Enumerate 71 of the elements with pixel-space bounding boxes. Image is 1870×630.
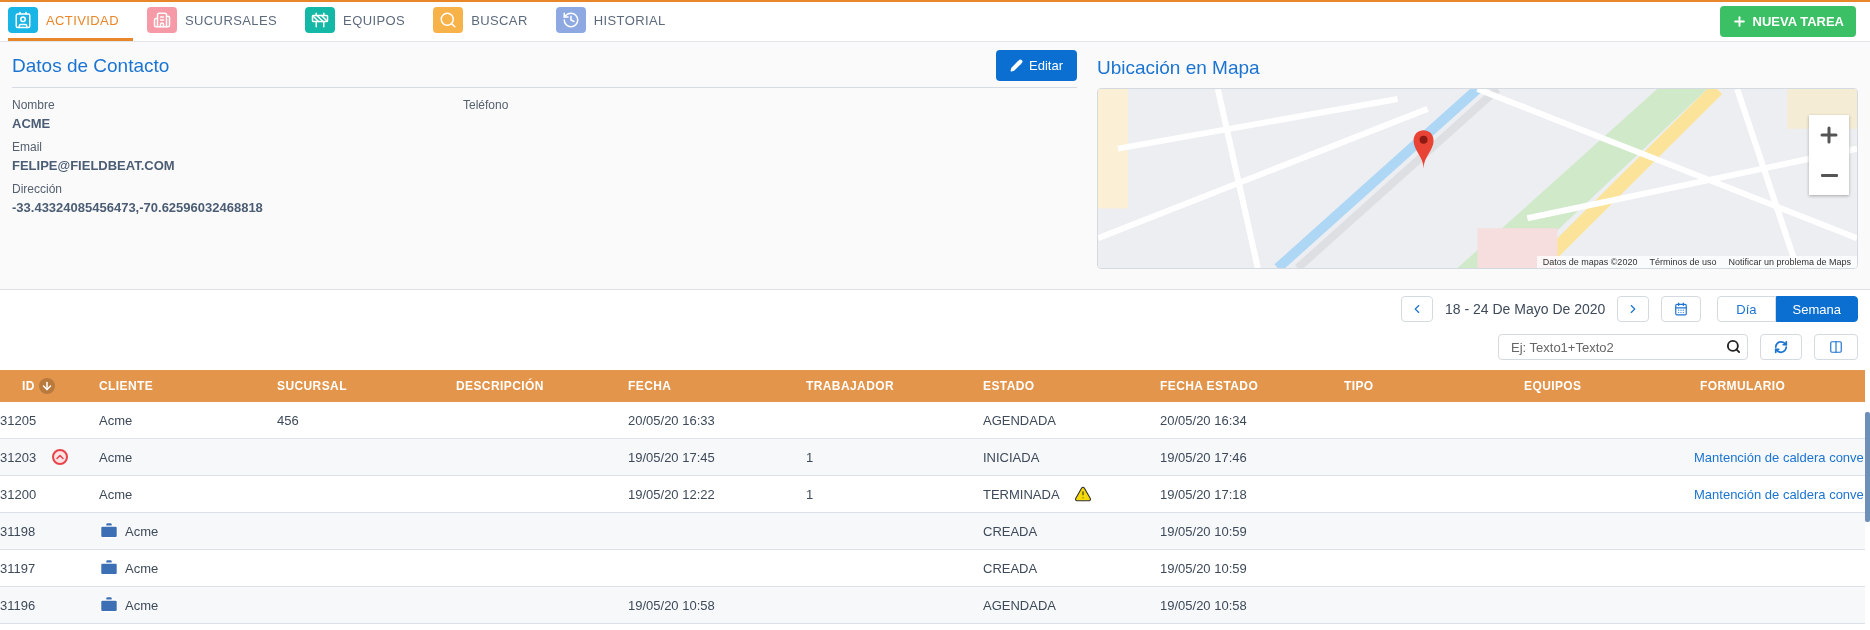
field-label: Email	[12, 140, 43, 154]
table-cell: Acme	[125, 560, 159, 576]
field-label: Teléfono	[463, 98, 510, 112]
table-cell: 19/05/20 10:59	[1160, 560, 1247, 576]
table-cell: 19/05/20 17:46	[1160, 449, 1247, 465]
table-cell: Acme	[125, 597, 159, 613]
section-title: Datos de Contacto	[12, 54, 170, 77]
edit-button[interactable]: Editar	[996, 50, 1077, 81]
calendar-icon	[1674, 302, 1689, 316]
table-cell: INICIADA	[983, 449, 1040, 465]
field-value: FELIPE@FIELDBEAT.COM	[12, 158, 176, 173]
view-toggle[interactable]: Día	[1717, 296, 1776, 322]
table-cell: 31198	[0, 523, 36, 539]
table-row[interactable]: 31196 Acme 19/05/20 10:58 AGENDADA 19/05/20 10:58	[0, 587, 1865, 624]
map-view[interactable]: Datos de mapas ©2020 Términos de uso Notificar un problema de Maps	[1097, 88, 1858, 269]
table-cell: AGENDADA	[983, 597, 1056, 613]
pencil-icon	[1010, 59, 1024, 72]
table-cell: 19/05/20 17:45	[628, 449, 715, 465]
table-cell: 1	[806, 449, 814, 465]
table-cell: AGENDADA	[983, 412, 1056, 428]
table-cell: 31205	[0, 412, 37, 428]
table-cell: Acme	[125, 523, 159, 539]
attribution-text[interactable]: Términos de uso	[1649, 257, 1717, 267]
table-cell: Acme	[99, 449, 133, 465]
nav-tab[interactable]: SUCURSALES	[146, 2, 292, 41]
form-link[interactable]: Mantención de caldera conve	[1694, 449, 1864, 465]
nav-tab[interactable]: EQUIPOS	[305, 2, 420, 41]
table-cell: CREADA	[983, 523, 1038, 539]
plus-icon	[1731, 14, 1747, 29]
table-cell: 31200	[0, 486, 37, 502]
date-range: 18 - 24 De Mayo De 2020	[1445, 301, 1606, 317]
attribution-text[interactable]: Notificar un problema de Maps	[1728, 257, 1851, 267]
refresh-button[interactable]	[1760, 334, 1802, 360]
columns-button[interactable]	[1814, 334, 1858, 360]
search-field[interactable]: Ej: Texto1+Texto2	[1498, 334, 1748, 360]
zoom-in-button[interactable]	[1809, 115, 1849, 155]
search-icon	[1726, 339, 1741, 354]
table-cell: 456	[277, 412, 299, 428]
view-toggle[interactable]: Semana	[1775, 296, 1858, 322]
table-cell: 19/05/20 17:18	[1160, 486, 1247, 502]
field-label: Dirección	[12, 182, 63, 196]
refresh-icon	[1774, 340, 1788, 354]
table-row[interactable]: 31198 Acme CREADA 19/05/20 10:59	[0, 513, 1865, 550]
table-cell: Acme	[99, 412, 133, 428]
table-cell: CREADA	[983, 560, 1038, 576]
field-value: -33.43324085456473,-70.62596032468818	[12, 200, 264, 215]
zoom-out-button[interactable]	[1809, 155, 1849, 195]
scrollbar[interactable]	[1865, 412, 1870, 522]
section-title: Ubicación en Mapa	[1097, 57, 1260, 79]
table-cell: 19/05/20 10:58	[1160, 597, 1247, 613]
table-cell: 19/05/20 12:22	[628, 486, 715, 502]
minus-icon	[1820, 173, 1838, 177]
table-cell: 19/05/20 10:58	[628, 597, 715, 613]
nav-tab[interactable]: BUSCAR	[433, 2, 542, 41]
form-link[interactable]: Mantención de caldera conve	[1694, 486, 1864, 502]
table-cell: 31196	[0, 597, 36, 613]
field-label: Nombre	[12, 98, 56, 112]
table-cell: 1	[806, 486, 814, 502]
columns-icon	[1829, 340, 1843, 354]
calendar-button[interactable]	[1661, 296, 1702, 322]
field-value: ACME	[12, 116, 52, 131]
table-row[interactable]: 31203 Acme 19/05/20 17:45 1 INICIADA 19/05/20 17:46 Mantención de caldera conve	[0, 439, 1865, 476]
nav-tab[interactable]: HISTORIAL	[555, 2, 680, 41]
table-cell: TERMINADA	[983, 486, 1060, 502]
table-cell: 31203	[0, 449, 37, 465]
table-cell: 31197	[0, 560, 36, 576]
table-cell: 20/05/20 16:34	[1160, 412, 1247, 428]
table-cell: Acme	[99, 486, 133, 502]
table-cell: 20/05/20 16:33	[628, 412, 715, 428]
table-cell: 19/05/20 10:59	[1160, 523, 1247, 539]
attribution-text: Datos de mapas ©2020	[1542, 257, 1638, 267]
